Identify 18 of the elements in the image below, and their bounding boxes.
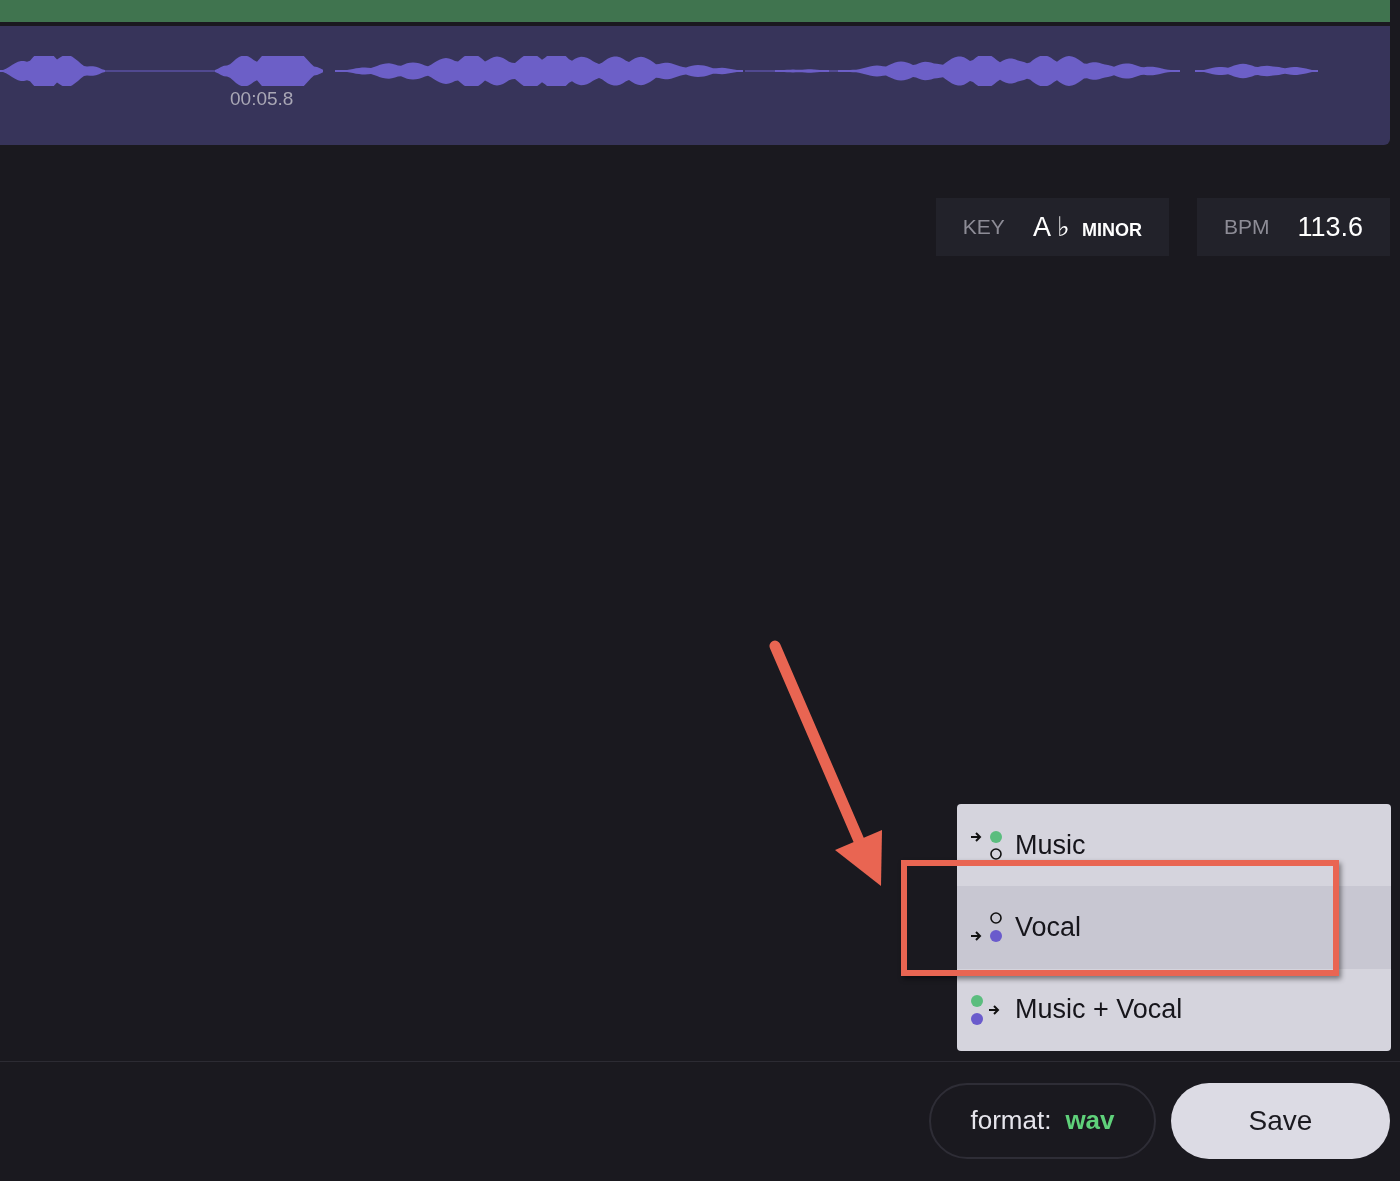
stat-value: A ♭ [1032,211,1070,243]
menu-item-label: Vocal [1015,912,1082,943]
format-button[interactable]: format: wav [929,1082,1156,1159]
stat-label: KEY [962,215,1005,239]
menu-item-label: Music [1015,829,1086,861]
format-label: format: [970,1105,1052,1136]
save-button[interactable]: Save [1171,1082,1390,1159]
menu-item-label: Music + Vocal [1015,994,1183,1026]
stat-label: BPM [1223,215,1270,239]
menu-item[interactable]: Vocal [957,886,1391,969]
menu-item[interactable]: Music + Vocal [957,968,1391,1051]
format-value: wav [1065,1105,1115,1136]
stat-value: 113.6 [1297,211,1363,243]
music-output-icon [969,829,1005,862]
stat-mode: MINOR [1081,220,1142,241]
vocal-output-icon [969,911,1005,944]
timestamp: 00:05.8 [230,88,294,110]
menu-item[interactable]: Music [957,804,1391,887]
